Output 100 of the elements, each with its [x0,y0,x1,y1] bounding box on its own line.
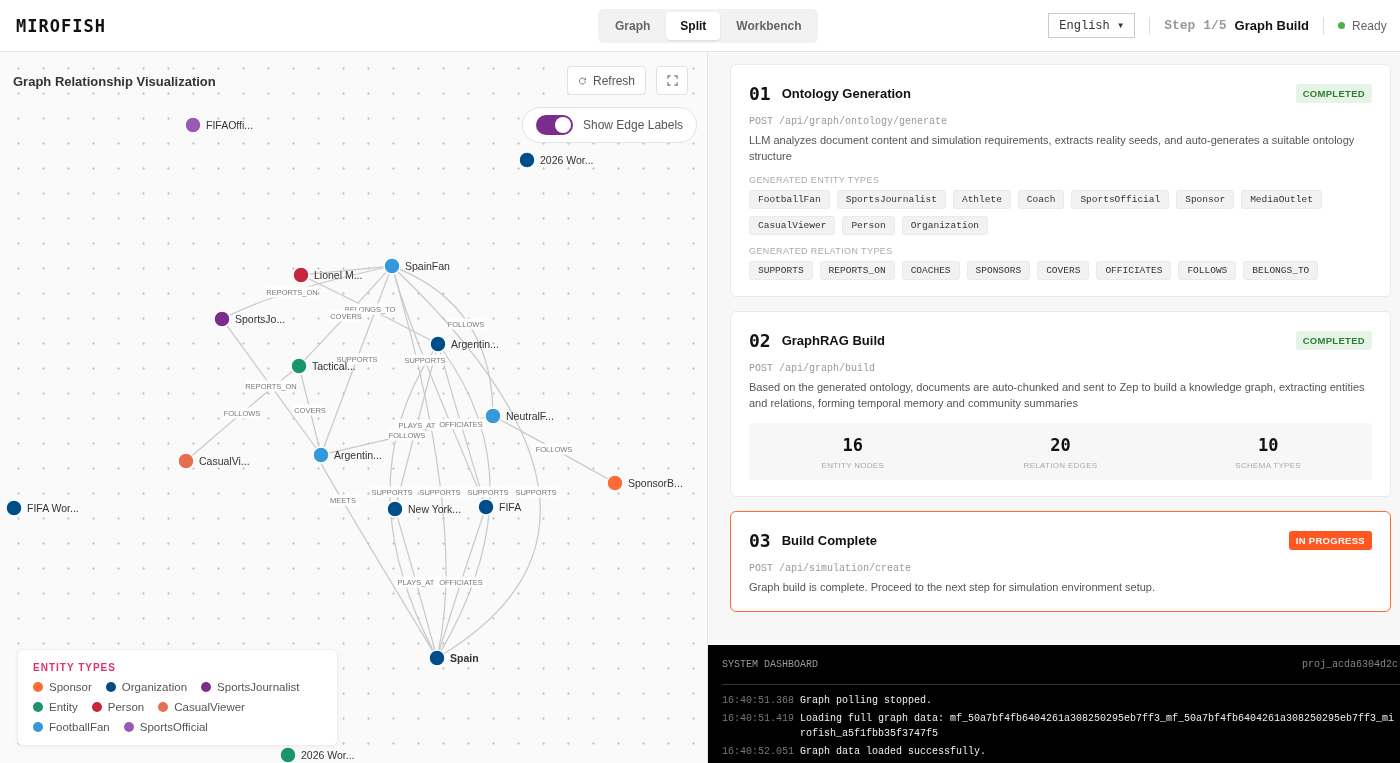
stat-value: 16 [842,435,864,455]
node-label: FIFA [499,501,522,513]
stat-label: ENTITY NODES [821,461,885,470]
step-number: 01 [749,83,771,104]
status-dot-icon [1338,22,1345,29]
graph-node[interactable] [213,310,231,328]
step-title: Build Complete [781,533,878,548]
graph-node[interactable] [383,257,401,275]
view-tab[interactable]: Split [666,12,721,40]
endpoint-text: POST /api/graph/ontology/generate [749,116,949,127]
toggle-label: Show Edge Labels [583,118,684,132]
log-time: 16:40:51.368 [722,694,794,708]
graph-node[interactable] [518,151,536,169]
step-number: 02 [749,330,771,351]
graph-node[interactable] [477,498,495,516]
section-heading: GENERATED RELATION TYPES [749,246,894,256]
stat-label: SCHEMA TYPES [1235,461,1301,470]
fullscreen-icon [666,75,678,86]
type-tag: CasualViewer [749,216,836,235]
legend-label: SportsJournalist [217,681,300,693]
status-badge: IN PROGRESS [1288,531,1372,550]
legend-label: Sponsor [49,681,92,693]
endpoint-text: POST /api/simulation/create [749,563,913,574]
graph-node[interactable] [386,500,404,518]
node-label: New York... [408,503,462,515]
refresh-icon [578,74,587,87]
type-tag: FootballFan [749,190,830,209]
step-title: Ontology Generation [781,86,911,101]
type-tag: SPONSORS [966,261,1031,280]
graph-node[interactable] [484,407,502,425]
step-counter: Step 1/5 [1164,18,1227,33]
graph-node[interactable] [292,266,310,284]
refresh-button[interactable]: Refresh [567,66,646,95]
step-description: Graph build is complete. Proceed to the next step for simulation environment setup. [749,580,1156,595]
node-label: Argentin... [334,449,382,461]
type-tag: FOLLOWS [1178,261,1237,280]
graph-node[interactable] [290,357,308,375]
stat-label: RELATION EDGES [1023,461,1098,470]
graph-node[interactable] [177,452,195,470]
log-time: 16:40:51.419 [722,712,794,726]
type-tag: COVERS [1037,261,1090,280]
node-label: 2026 Wor... [540,154,594,166]
step-description: Based on the generated ontology, documents are auto-chunked and sent to Zep to build a knowledge graph, extracting entities and relations, forming temporal memory and community summaries [749,380,1366,411]
type-tag: SportsJournalist [836,190,946,209]
log-message: Graph polling stopped. [800,694,933,708]
step-title: GraphRAG Build [781,333,885,348]
legend-label: Organization [121,681,188,693]
graph-node[interactable] [5,499,23,517]
node-label: NeutralF... [506,410,554,422]
type-tag: Coach [1017,190,1065,209]
section-heading: GENERATED ENTITY TYPES [749,175,881,185]
type-tag: Organization [901,216,989,235]
type-tag: Sponsor [1176,190,1235,209]
graph-title: Graph Relationship Visualization [13,74,216,89]
step-number: 03 [749,530,771,551]
stat-value: 20 [1050,435,1071,455]
node-label: 2026 Wor... [301,749,355,761]
legend-label: Person [107,701,145,713]
node-label: SportsJo... [235,313,286,325]
legend-label: FootballFan [49,721,110,733]
type-tag: SUPPORTS [749,261,813,280]
view-tab[interactable]: Graph [601,12,665,40]
type-tag: REPORTS_ON [819,261,895,280]
graph-node[interactable] [279,746,297,763]
type-tag: Athlete [952,190,1011,209]
stat-value: 10 [1257,435,1279,455]
node-label: Spain [450,652,479,664]
dashboard-title: SYSTEM DASHBOARD [722,659,818,670]
edge-labels-switch[interactable] [536,115,573,135]
type-tag: MediaOutlet [1241,190,1322,209]
graph-node[interactable] [429,335,447,353]
status-badge: COMPLETED [1295,84,1372,103]
status-badge: COMPLETED [1295,331,1372,350]
type-tag: SportsOfficial [1071,190,1170,209]
endpoint-text: POST /api/graph/build [749,363,877,374]
node-label: Lionel M... [314,269,363,281]
legend-title: ENTITY TYPES [33,662,117,673]
legend-label: SportsOfficial [139,721,208,733]
type-tag: OFFICIATES [1096,261,1172,280]
graph-node[interactable] [184,116,202,134]
graph-node[interactable] [312,446,330,464]
log-message: Graph data loaded successfully. [800,745,987,759]
language-select[interactable]: English ▾ [1048,13,1136,38]
node-label: SponsorB... [628,477,683,489]
log-time: 16:40:52.051 [722,745,794,759]
project-id: proj_acda6304d2c [1302,659,1398,670]
legend-label: CasualViewer [174,701,245,713]
step-name: Graph Build [1234,18,1309,33]
logo: MIROFISH [16,15,106,36]
legend-label: Entity [49,701,78,713]
view-tab[interactable]: Workbench [722,12,816,40]
node-label: Argentin... [451,338,499,350]
type-tag: Person [842,216,895,235]
status-text: Ready [1352,18,1387,33]
type-tag: COACHES [901,261,960,280]
graph-node[interactable] [606,474,624,492]
log-message: Loading full graph data: mf_50a7bf4fb6404261a308250295eb7ff3_mf_50a7bf4fb6404261a308250295eb7ff3_mirofish_a5f1fbb35f3747f5 [800,712,1396,741]
graph-node[interactable] [428,649,446,667]
node-label: CasualVi... [199,455,250,467]
type-tag: BELONGS_TO [1243,261,1319,280]
